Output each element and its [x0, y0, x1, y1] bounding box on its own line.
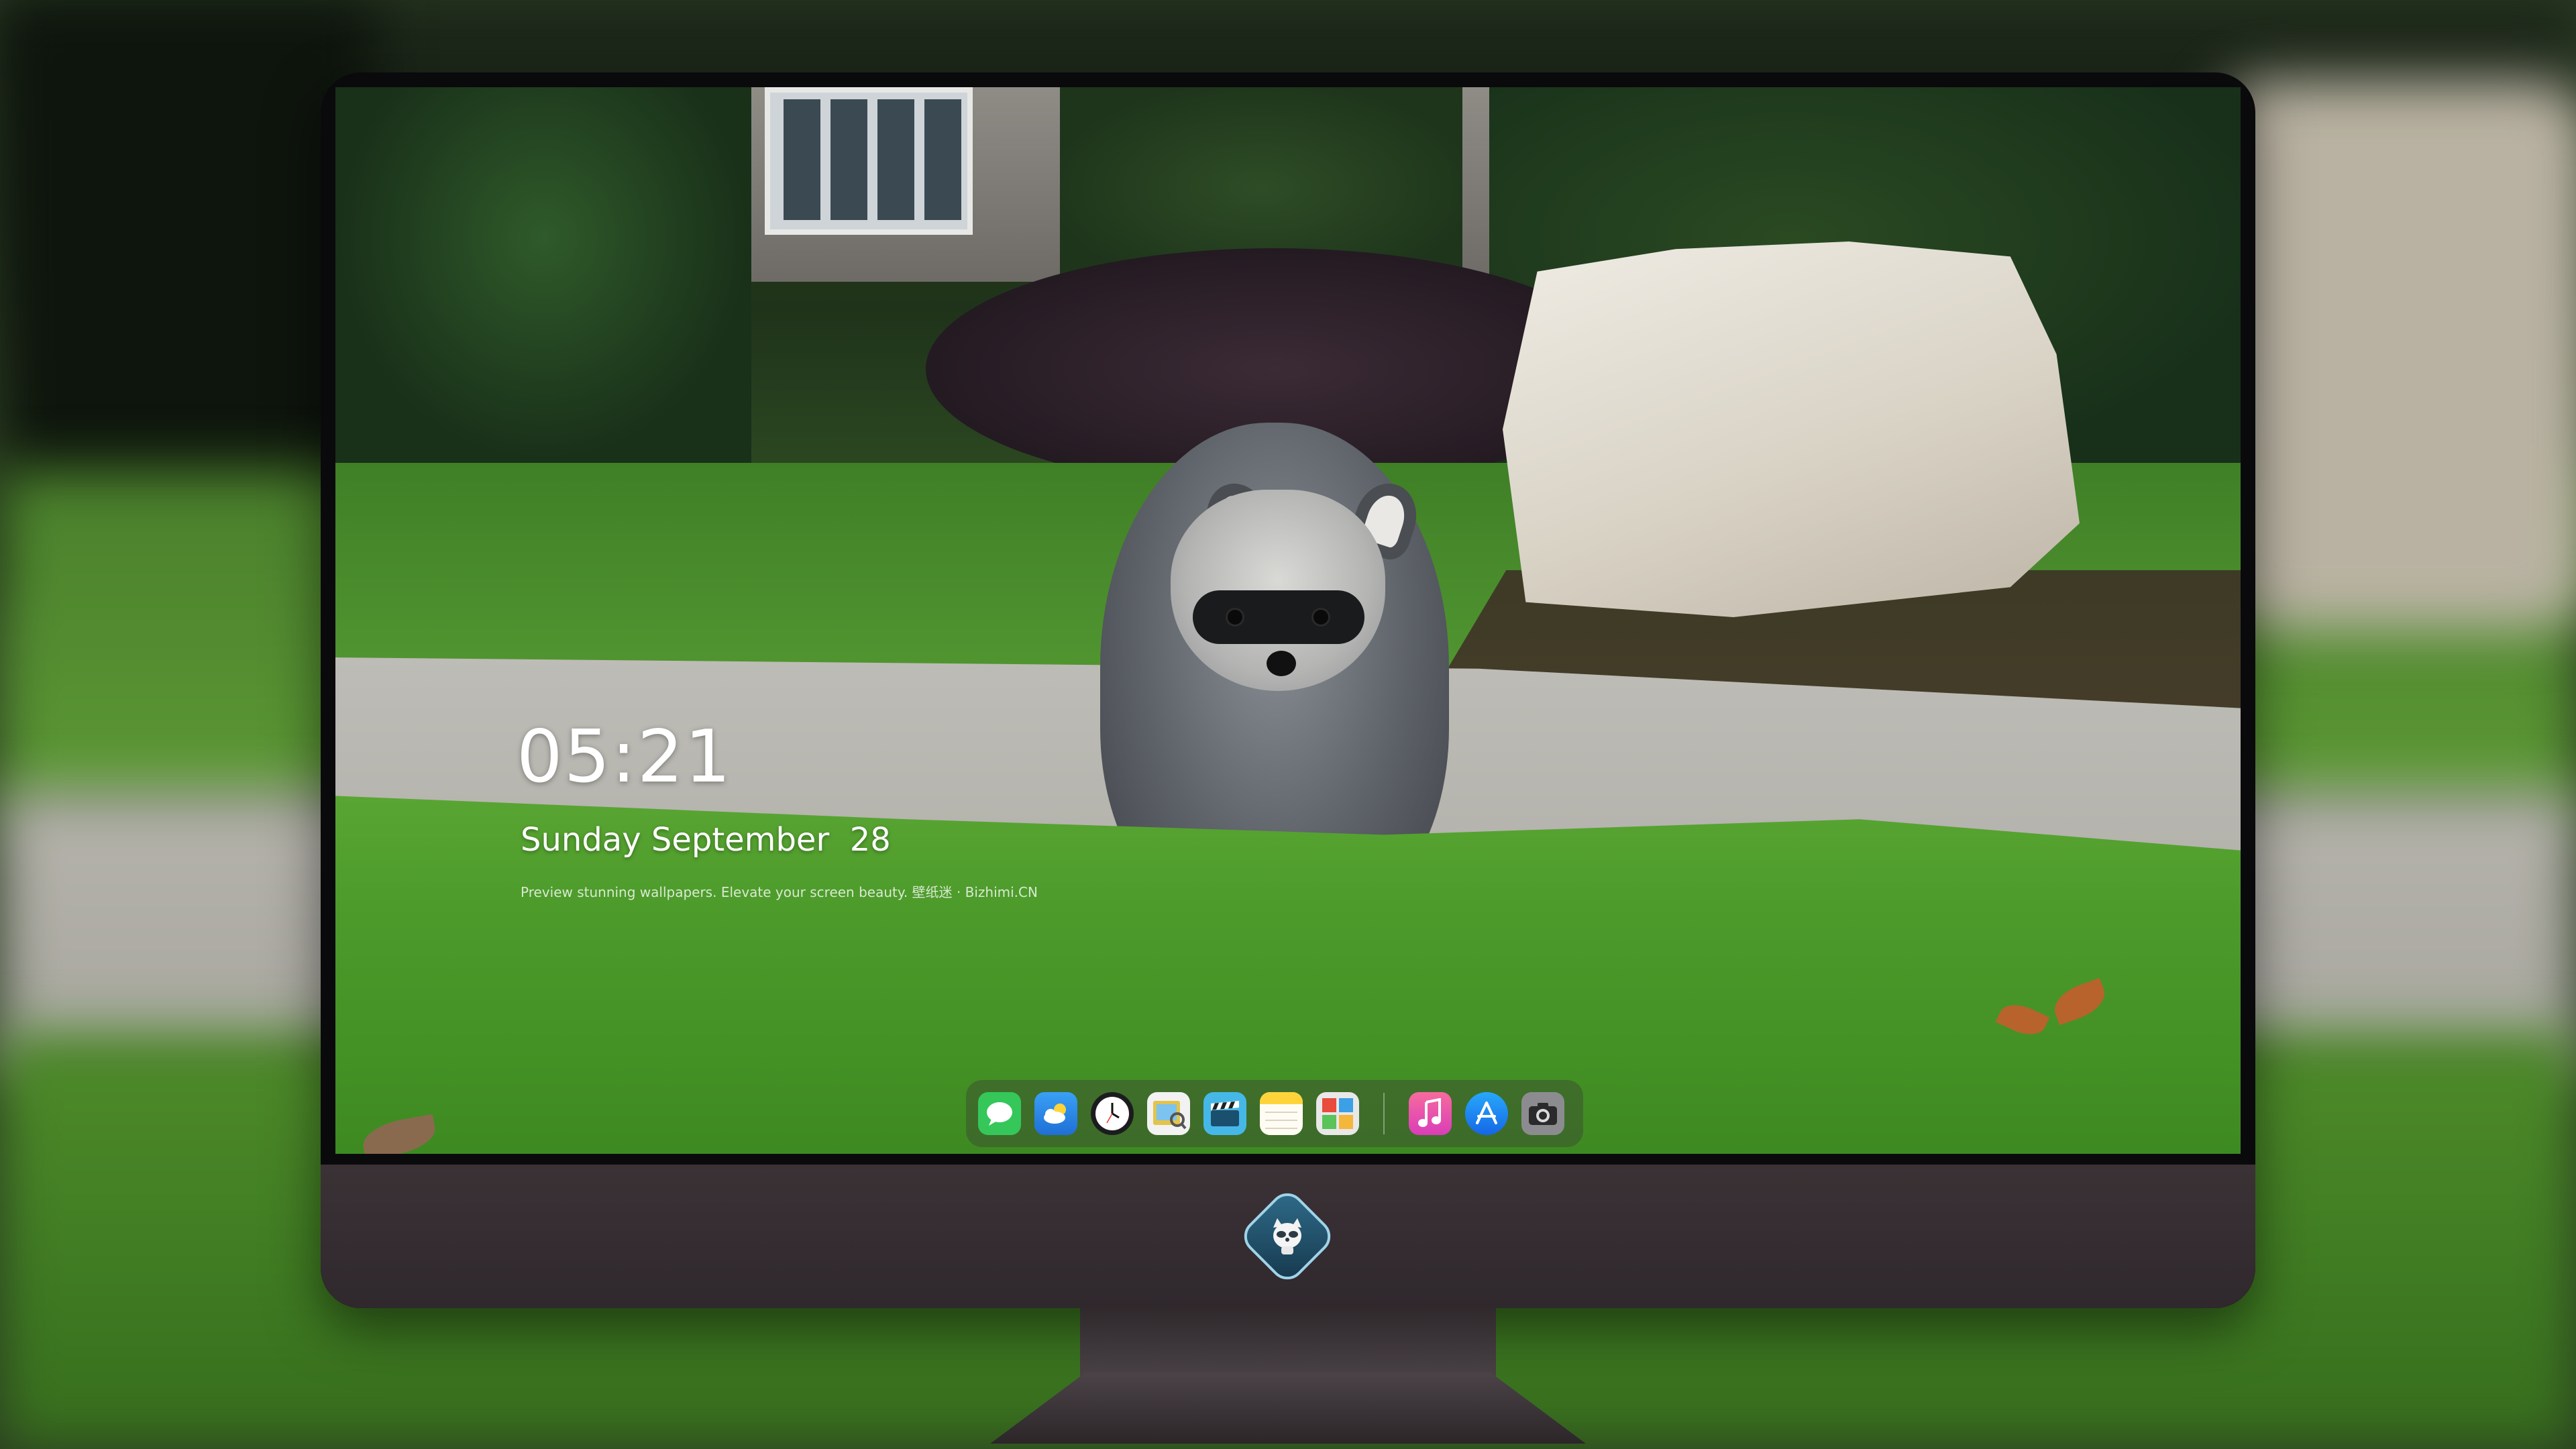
wallpaper-raccoon-mask: [1193, 590, 1364, 644]
preview-icon: [1153, 1101, 1187, 1130]
speech-bubble-icon: [987, 1102, 1012, 1126]
camera-icon: [1529, 1103, 1557, 1125]
lockscreen-date: Sunday September 28: [521, 821, 891, 859]
dock-app-preview[interactable]: [1147, 1092, 1190, 1135]
lockscreen-time: 05:21: [517, 715, 733, 799]
dock: [966, 1080, 1583, 1147]
dock-app-clips[interactable]: [1203, 1092, 1246, 1135]
dock-app-camera[interactable]: [1521, 1092, 1564, 1135]
clapperboard-icon: [1211, 1101, 1239, 1126]
dock-app-music[interactable]: [1409, 1092, 1452, 1135]
clock-icon: [1095, 1097, 1129, 1130]
monitor-stand-base: [990, 1373, 1586, 1444]
desktop-screen: 05:21 Sunday September 28 Preview stunni…: [335, 87, 2241, 1154]
music-note-icon: [1418, 1098, 1441, 1127]
wallpaper-rock: [1503, 241, 2080, 617]
background-rock: [2214, 80, 2576, 631]
weather-cloud-icon: [1044, 1104, 1066, 1124]
raccoon-mascot-icon: [1273, 1218, 1301, 1254]
dock-separator: [1383, 1093, 1385, 1134]
app-store-icon: [1476, 1102, 1497, 1124]
photo-grid-icon: [1322, 1098, 1353, 1129]
dock-app-photo-booth[interactable]: [1316, 1092, 1359, 1135]
wallpaper-raccoon-eye-left: [1228, 610, 1242, 625]
dock-app-clock[interactable]: [1091, 1092, 1134, 1135]
wallpaper-house-window: [765, 87, 973, 235]
wallpaper-raccoon-eye-right: [1313, 610, 1328, 625]
wallpaper: [335, 87, 2241, 1154]
dock-app-messages[interactable]: [978, 1092, 1021, 1135]
monitor-stand-neck: [1080, 1307, 1496, 1381]
lockscreen-tagline: Preview stunning wallpapers. Elevate you…: [521, 884, 1038, 900]
wallpaper-raccoon-nose: [1267, 651, 1296, 676]
dock-app-app-store[interactable]: [1465, 1092, 1508, 1135]
notes-icon: [1260, 1092, 1303, 1129]
dock-app-notes[interactable]: [1260, 1092, 1303, 1135]
wallpaper-evergreen: [335, 87, 751, 463]
dock-app-weather[interactable]: [1034, 1092, 1077, 1135]
